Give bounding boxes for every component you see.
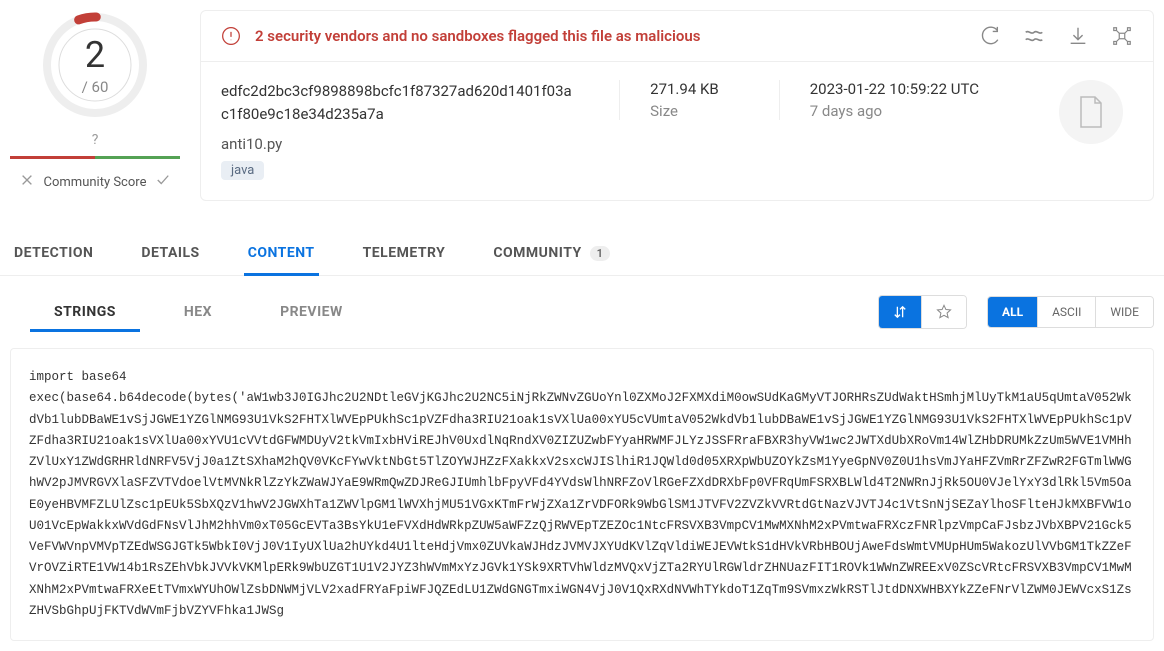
file-hash[interactable]: edfc2d2bc3cf9898898bcfc1f87327ad620d1401… bbox=[221, 80, 579, 125]
alert-icon bbox=[221, 26, 241, 46]
tab-content[interactable]: CONTENT bbox=[244, 231, 319, 275]
tab-details[interactable]: DETAILS bbox=[137, 231, 203, 275]
subtab-hex[interactable]: HEX bbox=[180, 294, 216, 330]
tab-telemetry[interactable]: TELEMETRY bbox=[359, 231, 450, 275]
check-icon[interactable] bbox=[156, 173, 170, 191]
detection-count: 2 bbox=[85, 34, 105, 76]
favorite-button[interactable] bbox=[921, 296, 966, 328]
filter-all[interactable]: ALL bbox=[988, 297, 1037, 327]
filter-wide[interactable]: WIDE bbox=[1095, 297, 1153, 327]
file-size-label: Size bbox=[650, 102, 719, 120]
file-name: anti10.py bbox=[221, 135, 579, 153]
sort-button[interactable] bbox=[879, 296, 921, 328]
reanalyze-icon[interactable] bbox=[979, 25, 1001, 47]
file-size: 271.94 KB bbox=[650, 80, 719, 98]
main-tabs: DETECTION DETAILS CONTENT TELEMETRY COMM… bbox=[0, 231, 1164, 276]
subtab-strings[interactable]: STRINGS bbox=[50, 294, 120, 330]
score-help[interactable]: ? bbox=[92, 132, 99, 148]
file-type-badge bbox=[1059, 80, 1123, 144]
file-date-ago: 7 days ago bbox=[810, 102, 979, 120]
detection-total: / 60 bbox=[82, 78, 109, 96]
community-count-badge: 1 bbox=[590, 246, 611, 261]
close-icon[interactable] bbox=[20, 173, 34, 191]
tab-detection[interactable]: DETECTION bbox=[10, 231, 97, 275]
file-date: 2023-01-22 10:59:22 UTC bbox=[810, 80, 979, 98]
file-tag[interactable]: java bbox=[221, 161, 264, 180]
subtab-preview[interactable]: PREVIEW bbox=[276, 294, 347, 330]
filter-ascii[interactable]: ASCII bbox=[1037, 297, 1095, 327]
content-subtabs: STRINGS HEX PREVIEW bbox=[10, 294, 858, 330]
graph-icon[interactable] bbox=[1111, 25, 1133, 47]
score-panel: 2 / 60 ? Community Score bbox=[10, 10, 180, 191]
alert-text: 2 security vendors and no sandboxes flag… bbox=[255, 27, 979, 45]
community-score-label: Community Score bbox=[44, 175, 147, 190]
similar-icon[interactable] bbox=[1023, 25, 1045, 47]
file-summary: 2 security vendors and no sandboxes flag… bbox=[200, 10, 1154, 201]
tab-community[interactable]: COMMUNITY 1 bbox=[489, 231, 614, 275]
score-circle: 2 / 60 bbox=[40, 10, 150, 120]
download-icon[interactable] bbox=[1067, 25, 1089, 47]
strings-content[interactable]: import base64 exec(base64.b64decode(byte… bbox=[10, 348, 1154, 641]
score-bar bbox=[10, 156, 180, 159]
